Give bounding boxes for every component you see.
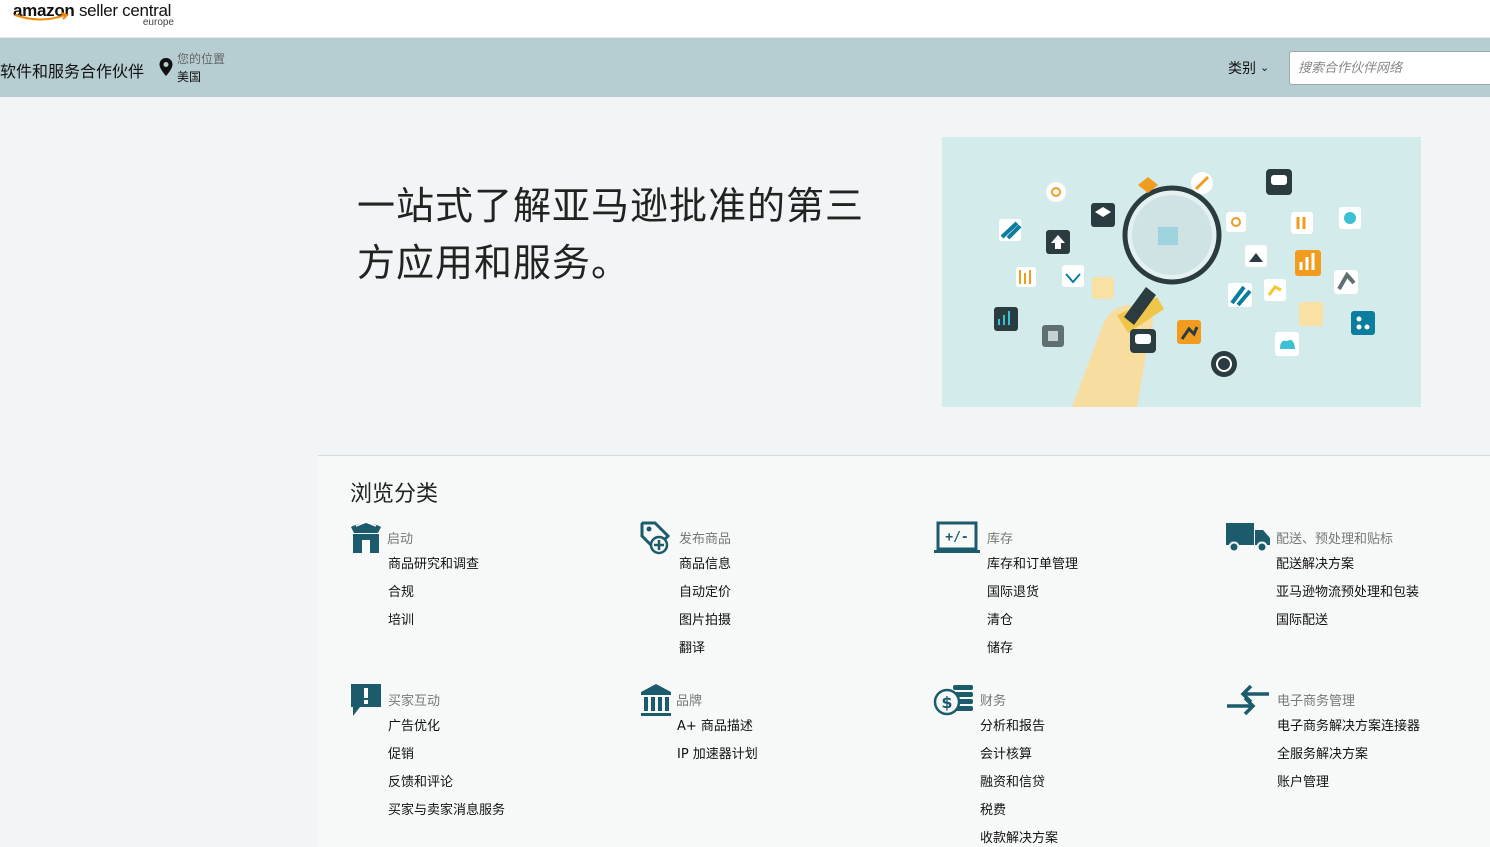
category-link[interactable]: 买家与卖家消息服务 bbox=[388, 802, 505, 830]
category-link[interactable]: 融资和信贷 bbox=[980, 774, 1058, 802]
category-heading[interactable]: 配送、预处理和贴标 bbox=[1276, 528, 1393, 547]
browse-categories-section: 浏览分类 启动 商品研究和调查 合规 培训 发布商品 商品信息 自动定价 图片拍… bbox=[318, 455, 1490, 847]
category-link[interactable]: 国际退货 bbox=[987, 584, 1078, 612]
category-link[interactable]: 会计核算 bbox=[980, 746, 1058, 774]
category-link[interactable]: 分析和报告 bbox=[980, 718, 1058, 746]
bank-icon bbox=[641, 684, 671, 716]
category-heading[interactable]: 发布商品 bbox=[679, 528, 731, 547]
category-link[interactable]: 储存 bbox=[987, 640, 1078, 668]
chevron-down-icon: ⌄ bbox=[1260, 61, 1270, 74]
location-pin-icon[interactable] bbox=[159, 58, 173, 76]
truck-icon bbox=[1226, 523, 1270, 553]
category-link[interactable]: 合规 bbox=[388, 584, 479, 612]
category-dropdown-label: 类别 bbox=[1228, 61, 1256, 77]
chat-alert-icon bbox=[351, 684, 381, 716]
category-link[interactable]: 反馈和评论 bbox=[388, 774, 505, 802]
partner-nav-bar: 软件和服务合作伙伴 您的位置 美国 类别 ⌄ bbox=[0, 38, 1490, 97]
category-heading[interactable]: 启动 bbox=[387, 528, 413, 547]
browse-title: 浏览分类 bbox=[350, 482, 439, 507]
category-heading[interactable]: 买家互动 bbox=[388, 690, 440, 709]
category-dropdown[interactable]: 类别 ⌄ bbox=[1228, 58, 1269, 78]
location-label[interactable]: 您的位置 bbox=[177, 50, 225, 67]
category-link[interactable]: 账户管理 bbox=[1277, 774, 1420, 802]
category-link[interactable]: 全服务解决方案 bbox=[1277, 746, 1420, 774]
store-icon bbox=[351, 521, 381, 553]
tag-add-icon bbox=[640, 521, 671, 555]
amazon-seller-central-logo[interactable]: amazon seller central europe bbox=[13, 0, 188, 32]
category-link[interactable]: 税费 bbox=[980, 802, 1058, 830]
location-value[interactable]: 美国 bbox=[177, 68, 201, 85]
partner-search-input[interactable] bbox=[1289, 51, 1490, 85]
nav-title[interactable]: 软件和服务合作伙伴 bbox=[0, 58, 144, 82]
category-link[interactable]: 亚马逊物流预处理和包装 bbox=[1276, 584, 1419, 612]
svg-text:+/-: +/- bbox=[945, 530, 968, 545]
category-link[interactable]: 清仓 bbox=[987, 612, 1078, 640]
category-link[interactable]: 国际配送 bbox=[1276, 612, 1419, 640]
category-link[interactable]: 培训 bbox=[388, 612, 479, 640]
category-link[interactable]: 广告优化 bbox=[388, 718, 505, 746]
category-link[interactable]: 自动定价 bbox=[679, 584, 731, 612]
category-heading[interactable]: 库存 bbox=[987, 528, 1013, 547]
magnifier-apps-illustration bbox=[994, 169, 1375, 407]
logo-region: europe bbox=[142, 17, 174, 28]
exchange-arrows-icon bbox=[1227, 684, 1269, 716]
hero-title: 一站式了解亚马逊批准的第三方应用和服务。 bbox=[357, 184, 865, 285]
category-heading[interactable]: 财务 bbox=[980, 690, 1006, 709]
category-link[interactable]: 翻译 bbox=[679, 640, 731, 668]
top-bar: amazon seller central europe bbox=[0, 0, 1490, 38]
category-link[interactable]: A+ 商品描述 bbox=[677, 718, 758, 746]
category-link[interactable]: 配送解决方案 bbox=[1276, 556, 1419, 584]
category-link[interactable]: 商品研究和调查 bbox=[388, 556, 479, 584]
hero-illustration bbox=[942, 137, 1421, 407]
category-heading[interactable]: 电子商务管理 bbox=[1277, 690, 1355, 709]
category-link[interactable]: 库存和订单管理 bbox=[987, 556, 1078, 584]
dollar-coins-icon: $ bbox=[933, 685, 973, 716]
amazon-smile-icon bbox=[14, 12, 69, 21]
category-heading[interactable]: 品牌 bbox=[676, 690, 702, 709]
category-link[interactable]: 收款解决方案 bbox=[980, 830, 1058, 847]
category-link[interactable]: IP 加速器计划 bbox=[677, 746, 758, 774]
category-link[interactable]: 商品信息 bbox=[679, 556, 731, 584]
category-link[interactable]: 促销 bbox=[388, 746, 505, 774]
category-link[interactable]: 电子商务解决方案连接器 bbox=[1277, 718, 1420, 746]
category-link[interactable]: 图片拍摄 bbox=[679, 612, 731, 640]
inventory-laptop-icon: +/- bbox=[934, 521, 980, 553]
svg-text:$: $ bbox=[941, 693, 952, 712]
